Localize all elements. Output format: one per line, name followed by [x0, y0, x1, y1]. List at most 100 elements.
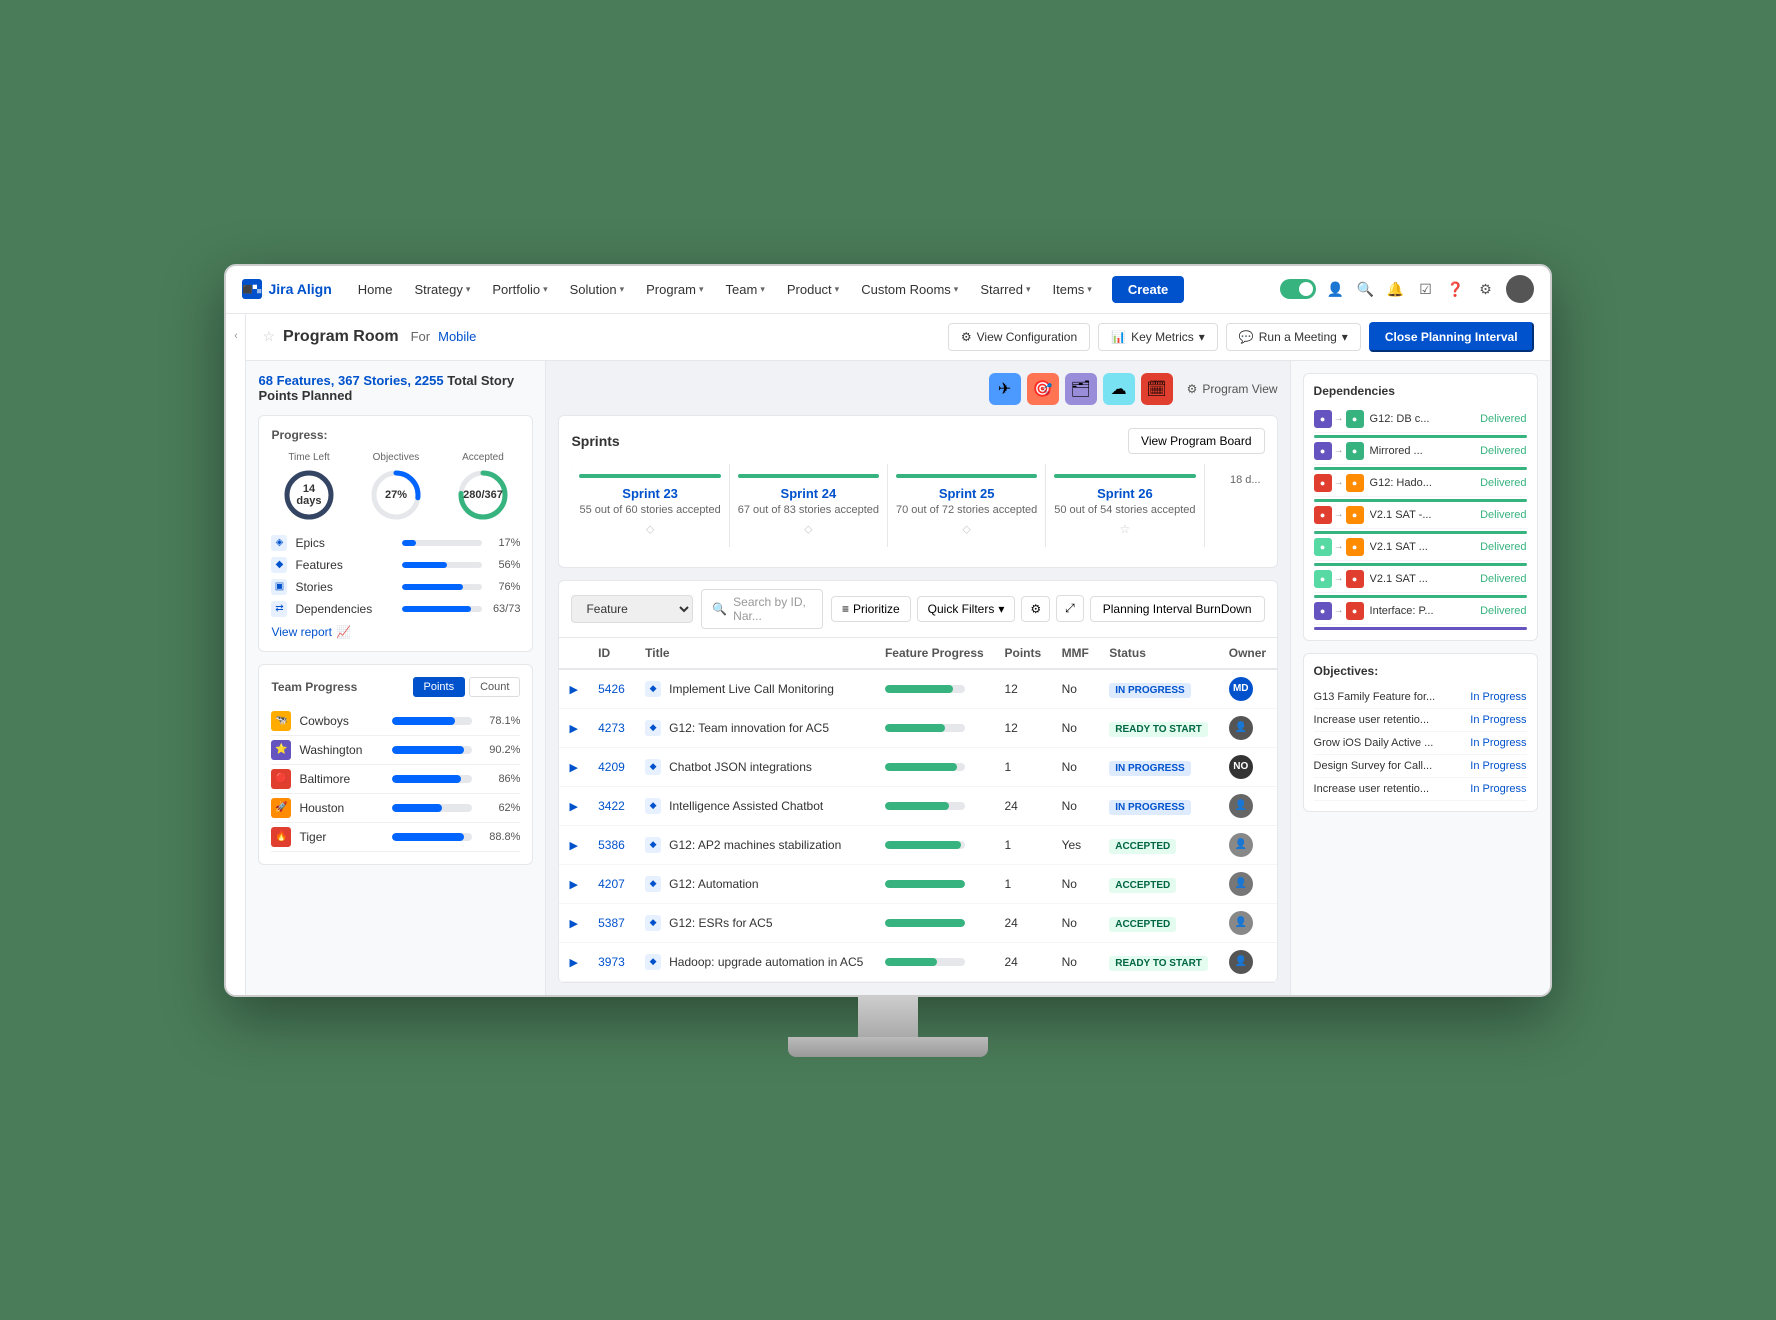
subheader: ☆ Program Room For Mobile ⚙ View Configu…	[246, 314, 1549, 361]
navbar: Jira Align Home Strategy▾ Portfolio▾ Sol…	[226, 266, 1549, 314]
feature-id-link[interactable]: 5387	[598, 916, 625, 930]
feature-points: 24	[995, 786, 1052, 825]
expand-icon[interactable]: ▶	[569, 723, 577, 735]
col-title[interactable]: Title	[635, 638, 875, 669]
view-program-board-button[interactable]: View Program Board	[1128, 428, 1265, 454]
avatar-icon[interactable]	[1506, 275, 1534, 303]
feature-filter-select[interactable]: Feature	[571, 595, 693, 623]
feature-id-link[interactable]: 4209	[598, 760, 625, 774]
expand-icon[interactable]: ▶	[569, 879, 577, 891]
feature-id-link[interactable]: 4207	[598, 877, 625, 891]
feature-points: 1	[995, 747, 1052, 786]
tool-icon-1[interactable]: 🎯	[1027, 373, 1059, 405]
objectives-title: Objectives:	[1314, 664, 1527, 678]
feature-id-link[interactable]: 5386	[598, 838, 625, 852]
settings-icon[interactable]: ⚙	[1476, 279, 1496, 299]
feature-owner-avatar: MD	[1229, 677, 1253, 701]
run-meeting-button[interactable]: 💬 Run a Meeting ▾	[1226, 323, 1361, 351]
star-icon[interactable]: ☆	[262, 328, 275, 345]
dep-status: Delivered	[1480, 605, 1526, 617]
checkbox-icon[interactable]: ☑	[1416, 279, 1436, 299]
tool-icon-3[interactable]: ☁	[1103, 373, 1135, 405]
bell-icon[interactable]: 🔔	[1386, 279, 1406, 299]
drag-icon: ⬦	[738, 522, 879, 537]
nav-home[interactable]: Home	[348, 276, 403, 303]
expand-icon[interactable]: ▶	[569, 801, 577, 813]
nav-strategy[interactable]: Strategy▾	[404, 276, 480, 303]
prioritize-button[interactable]: ≡ Prioritize	[831, 596, 911, 622]
feature-id-link[interactable]: 5426	[598, 682, 625, 696]
search-icon[interactable]: 🔍	[1356, 279, 1376, 299]
nav-custom-rooms[interactable]: Custom Rooms▾	[851, 276, 968, 303]
feature-id-link[interactable]: 3973	[598, 955, 625, 969]
nav-product[interactable]: Product▾	[777, 276, 849, 303]
feature-title: Implement Live Call Monitoring	[669, 682, 834, 696]
objective-text: Grow iOS Daily Active ...	[1314, 737, 1463, 749]
feature-points: 24	[995, 942, 1052, 981]
col-id[interactable]: ID	[588, 638, 635, 669]
expand-icon[interactable]: ▶	[569, 918, 577, 930]
points-tab[interactable]: Points	[413, 677, 466, 697]
feature-owner-avatar: 👤	[1229, 911, 1253, 935]
quick-filters-button[interactable]: Quick Filters ▾	[917, 596, 1016, 622]
dep-to-icon: ●	[1346, 602, 1364, 620]
epics-icon: ◈	[271, 535, 287, 551]
user-icon[interactable]: 👤	[1326, 279, 1346, 299]
dep-status: Delivered	[1480, 413, 1526, 425]
tool-icon-0[interactable]: ✈	[989, 373, 1021, 405]
feature-type-icon: ◆	[645, 837, 661, 853]
feature-mmf: No	[1052, 708, 1100, 747]
key-metrics-button[interactable]: 📊 Key Metrics ▾	[1098, 323, 1218, 351]
features-count: 68	[258, 373, 272, 388]
col-owner[interactable]: Owner	[1219, 638, 1277, 669]
count-tab[interactable]: Count	[469, 677, 520, 697]
sidebar-toggle[interactable]: ‹	[226, 314, 246, 995]
for-name[interactable]: Mobile	[438, 329, 476, 344]
features-label: Features,	[277, 373, 335, 388]
expand-icon[interactable]: ▶	[569, 684, 577, 696]
expand-icon[interactable]: ▶	[569, 840, 577, 852]
expand-icon[interactable]: ▶	[569, 762, 577, 774]
col-progress[interactable]: Feature Progress	[875, 638, 995, 669]
dep-text: G12: DB c...	[1370, 413, 1475, 425]
close-planning-interval-button[interactable]: Close Planning Interval	[1369, 322, 1534, 352]
view-report-link[interactable]: View report 📈	[271, 625, 520, 639]
settings-button[interactable]: ⚙	[1021, 596, 1050, 622]
feature-title: Hadoop: upgrade automation in AC5	[669, 955, 863, 969]
nav-portfolio[interactable]: Portfolio▾	[482, 276, 557, 303]
col-points[interactable]: Points	[995, 638, 1052, 669]
objective-row: Grow iOS Daily Active ... In Progress	[1314, 732, 1527, 755]
feature-id-link[interactable]: 4273	[598, 721, 625, 735]
feature-progress-bar	[885, 958, 965, 966]
col-status[interactable]: Status	[1099, 638, 1219, 669]
chart-icon: 📈	[336, 625, 351, 639]
create-button[interactable]: Create	[1112, 276, 1184, 303]
feature-status-badge: ACCEPTED	[1109, 839, 1176, 854]
program-view-button[interactable]: ⚙ Program View	[1187, 382, 1278, 396]
chart-icon: 📊	[1111, 330, 1126, 344]
planning-interval-burndown-button[interactable]: Planning Interval BurnDown	[1090, 596, 1265, 622]
tool-icon-4[interactable]: 🗓	[1141, 373, 1173, 405]
objective-row: G13 Family Feature for... In Progress	[1314, 686, 1527, 709]
search-input-wrapper[interactable]: 🔍 Search by ID, Nar...	[701, 589, 823, 629]
feature-id-link[interactable]: 3422	[598, 799, 625, 813]
tool-icon-2[interactable]: 🗂	[1065, 373, 1097, 405]
nav-solution[interactable]: Solution▾	[560, 276, 635, 303]
dependency-row: ● → ● G12: Hado... Delivered	[1314, 470, 1527, 502]
nav-starred[interactable]: Starred▾	[970, 276, 1040, 303]
nav-toggle[interactable]	[1280, 279, 1316, 299]
objective-row: Increase user retentio... In Progress	[1314, 709, 1527, 732]
col-mmf[interactable]: MMF	[1052, 638, 1100, 669]
nav-team[interactable]: Team▾	[716, 276, 775, 303]
view-configuration-button[interactable]: ⚙ View Configuration	[948, 323, 1090, 351]
nav-program[interactable]: Program▾	[636, 276, 713, 303]
expand-icon[interactable]: ▶	[569, 957, 577, 969]
nav-items[interactable]: Items▾	[1042, 276, 1101, 303]
objective-text: G13 Family Feature for...	[1314, 691, 1463, 703]
col-expand	[559, 638, 588, 669]
table-row: ▶ 4273 ◆ G12: Team innovation for AC5 12…	[559, 708, 1276, 747]
help-icon[interactable]: ❓	[1446, 279, 1466, 299]
expand-button[interactable]: ⤢	[1056, 595, 1084, 622]
app-logo[interactable]: Jira Align	[242, 279, 331, 299]
feature-owner-avatar: 👤	[1229, 950, 1253, 974]
